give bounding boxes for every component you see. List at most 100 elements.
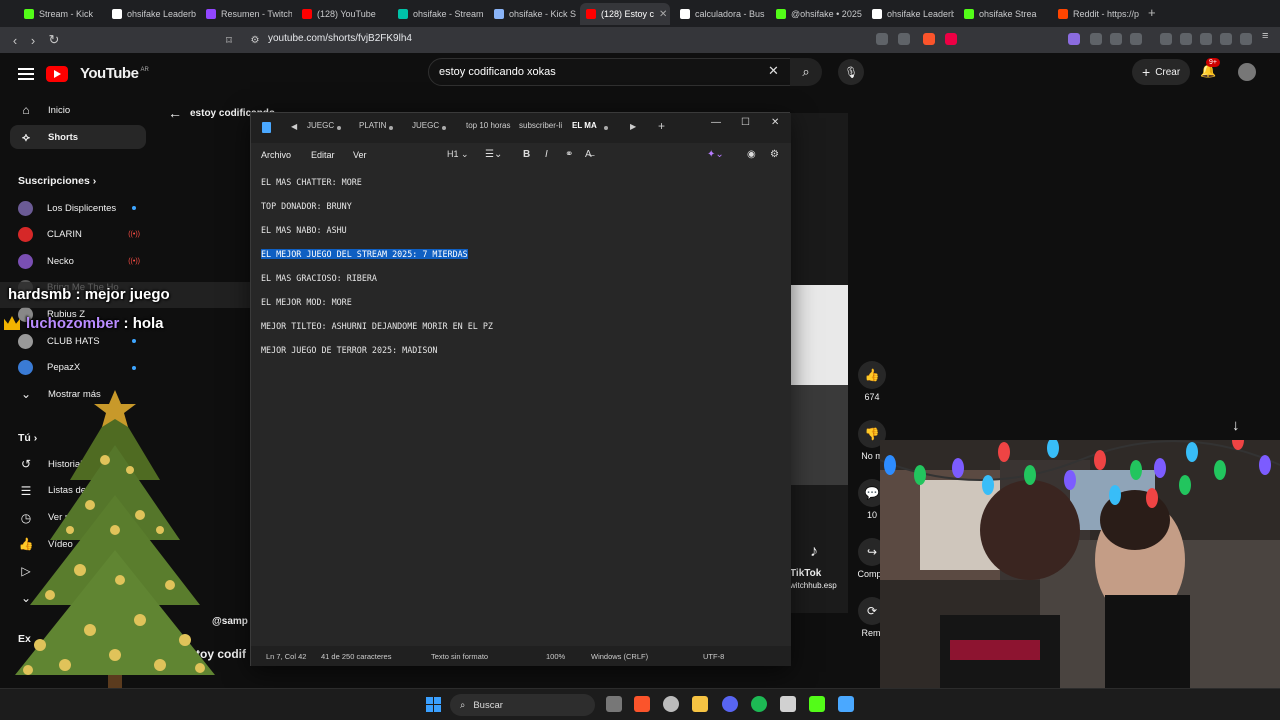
scroll-tabs-left-icon[interactable]: ◀ [291,122,297,131]
tab-favicon-icon [302,9,312,19]
notepad-tab[interactable]: top 10 horas [466,121,510,130]
notepad-tab[interactable]: PLATIN [359,121,386,130]
youtube-logo[interactable]: YouTube AR [18,65,149,82]
minimize-icon[interactable]: — [711,117,721,128]
maximize-icon[interactable]: ☐ [741,117,750,128]
heading-dropdown[interactable]: H1 ⌄ [447,149,469,160]
sidebar-subscription[interactable]: CLUB HATS [10,329,146,353]
scroll-tabs-right-icon[interactable]: ▶ [630,122,636,131]
close-icon[interactable]: ✕ [771,117,779,128]
extension-icon[interactable] [1240,33,1252,45]
create-button[interactable]: + Crear [1132,59,1191,85]
link-icon[interactable]: ⚭ [565,149,573,160]
notepad-tab[interactable]: JUEGC [412,121,439,130]
sidebar-icon[interactable] [1180,33,1192,45]
browser-tab[interactable]: ohsifake - Kick St [488,3,576,25]
search-input[interactable]: estoy codificando xokas [428,58,792,86]
notepad-tab[interactable]: JUEGC [307,121,334,130]
line-ending[interactable]: Windows (CRLF) [591,652,648,661]
media-icon[interactable] [1160,33,1172,45]
sidebar-subscription[interactable]: Necko ((•)) [10,249,146,273]
file-explorer-icon[interactable] [692,696,708,712]
menu-ver[interactable]: Ver [353,150,367,160]
vpn-icon[interactable] [1220,33,1232,45]
browser-tab[interactable]: (128) YouTube [296,3,388,25]
spotify-icon[interactable] [751,696,767,712]
browser-tab[interactable]: Stream - Kick [18,3,102,25]
back-arrow-icon[interactable]: ← [168,105,182,121]
short-video-player[interactable]: ♪ TikTok witchhub.esp [790,113,848,613]
sidebar-item-shorts[interactable]: ⟡ Shorts [10,125,146,149]
notepad-tab[interactable]: subscriber-li [519,121,562,130]
clear-format-icon[interactable]: A̶ [585,149,592,160]
unsaved-dot [337,126,341,130]
wallet-icon[interactable] [1200,33,1212,45]
bold-icon[interactable]: B [523,149,530,160]
new-tab-icon[interactable]: + [1148,5,1156,20]
notepad-text-area[interactable]: EL MAS CHATTER: MORE TOP DONADOR: BRUNY EL… [251,169,791,646]
notepad-taskbar-icon[interactable] [838,696,854,712]
menu-editar[interactable]: Editar [311,150,335,160]
reload-icon[interactable]: ↻ [45,31,63,49]
clear-search-icon[interactable]: ✕ [768,63,779,79]
extension-icon[interactable] [1110,33,1122,45]
settings-gear-icon[interactable]: ⚙ [770,149,779,160]
extension-icon[interactable] [1090,33,1102,45]
menu-icon[interactable]: ≡ [1262,30,1274,42]
encoding[interactable]: UTF-8 [703,652,724,661]
extension-icon[interactable] [1130,33,1142,45]
taskbar-search[interactable]: ⌕ Buscar [450,694,595,716]
brave-rewards-icon[interactable] [945,33,957,45]
christmas-tree-overlay [15,390,215,695]
task-view-icon[interactable] [606,696,622,712]
sidebar-item-inicio[interactable]: ⌂ Inicio [10,98,146,122]
back-icon[interactable]: ‹ [6,31,24,49]
like-action[interactable]: 👍 674 [852,361,892,402]
new-tab-icon[interactable]: + [658,119,665,133]
address-bar-url[interactable]: youtube.com/shorts/fvjB2FK9lh4 [268,33,412,44]
app-icon[interactable] [780,696,796,712]
like-icon[interactable]: 👍 [858,361,886,389]
italic-icon[interactable]: I [545,149,548,160]
notepad-tab[interactable]: EL MA [572,121,597,130]
browser-tab[interactable]: Reddit - https://p [1052,3,1142,25]
copilot-icon[interactable]: ✦⌄ [707,149,724,160]
text-format[interactable]: Texto sin formato [431,652,488,661]
browser-tab[interactable]: ohsifake Leaderb [866,3,954,25]
account-icon[interactable]: ◉ [747,149,756,160]
extension-icon[interactable] [1068,33,1080,45]
browser-tab[interactable]: ohsifake Leaderb [106,3,196,25]
next-short-arrow-icon[interactable]: ↓ [1232,417,1240,434]
sidebar-subscription[interactable]: Los Displicentes [10,196,146,220]
hamburger-menu-icon[interactable] [18,67,34,80]
windows-start-icon[interactable] [426,697,441,712]
voice-search-button[interactable]: 🎙 [838,59,864,85]
brave-shields-icon[interactable] [923,33,935,45]
share-page-icon[interactable] [898,33,910,45]
obs-icon[interactable] [663,696,679,712]
browser-tab[interactable]: @ohsifake • 2025 [770,3,862,25]
sidebar-subscription[interactable]: PepazX [10,356,146,380]
browser-tab[interactable]: (128) Estoy c ✕ [580,3,670,25]
browser-tab[interactable]: Resumen - Twitch [200,3,292,25]
keyboard-rgb [950,640,1040,660]
forward-icon[interactable]: › [24,31,42,49]
bookmark-icon[interactable]: ⌑ [220,31,238,49]
text-line: EL MAS NABO: ASHU [261,225,347,235]
list-icon[interactable]: ☰⌄ [485,149,502,160]
browser-tab[interactable]: ohsifake - Stream [392,3,484,25]
search-button[interactable]: ⌕ [790,58,822,86]
close-tab-icon[interactable]: ✕ [659,9,667,20]
kick-icon[interactable] [809,696,825,712]
brave-browser-icon[interactable] [634,696,650,712]
sidebar-subscription[interactable]: CLARIN ((•)) [10,223,146,247]
browser-tab[interactable]: ohsifake Strea [958,3,1048,25]
subscriptions-heading[interactable]: Suscripciones › [18,175,96,187]
zoom-level[interactable]: 100% [546,652,565,661]
browser-tab[interactable]: calculadora - Bus [674,3,766,25]
cast-icon[interactable] [876,33,888,45]
account-avatar[interactable] [1238,63,1256,81]
site-info-icon[interactable]: ⚙ [246,31,264,49]
discord-icon[interactable] [722,696,738,712]
menu-archivo[interactable]: Archivo [261,150,291,160]
